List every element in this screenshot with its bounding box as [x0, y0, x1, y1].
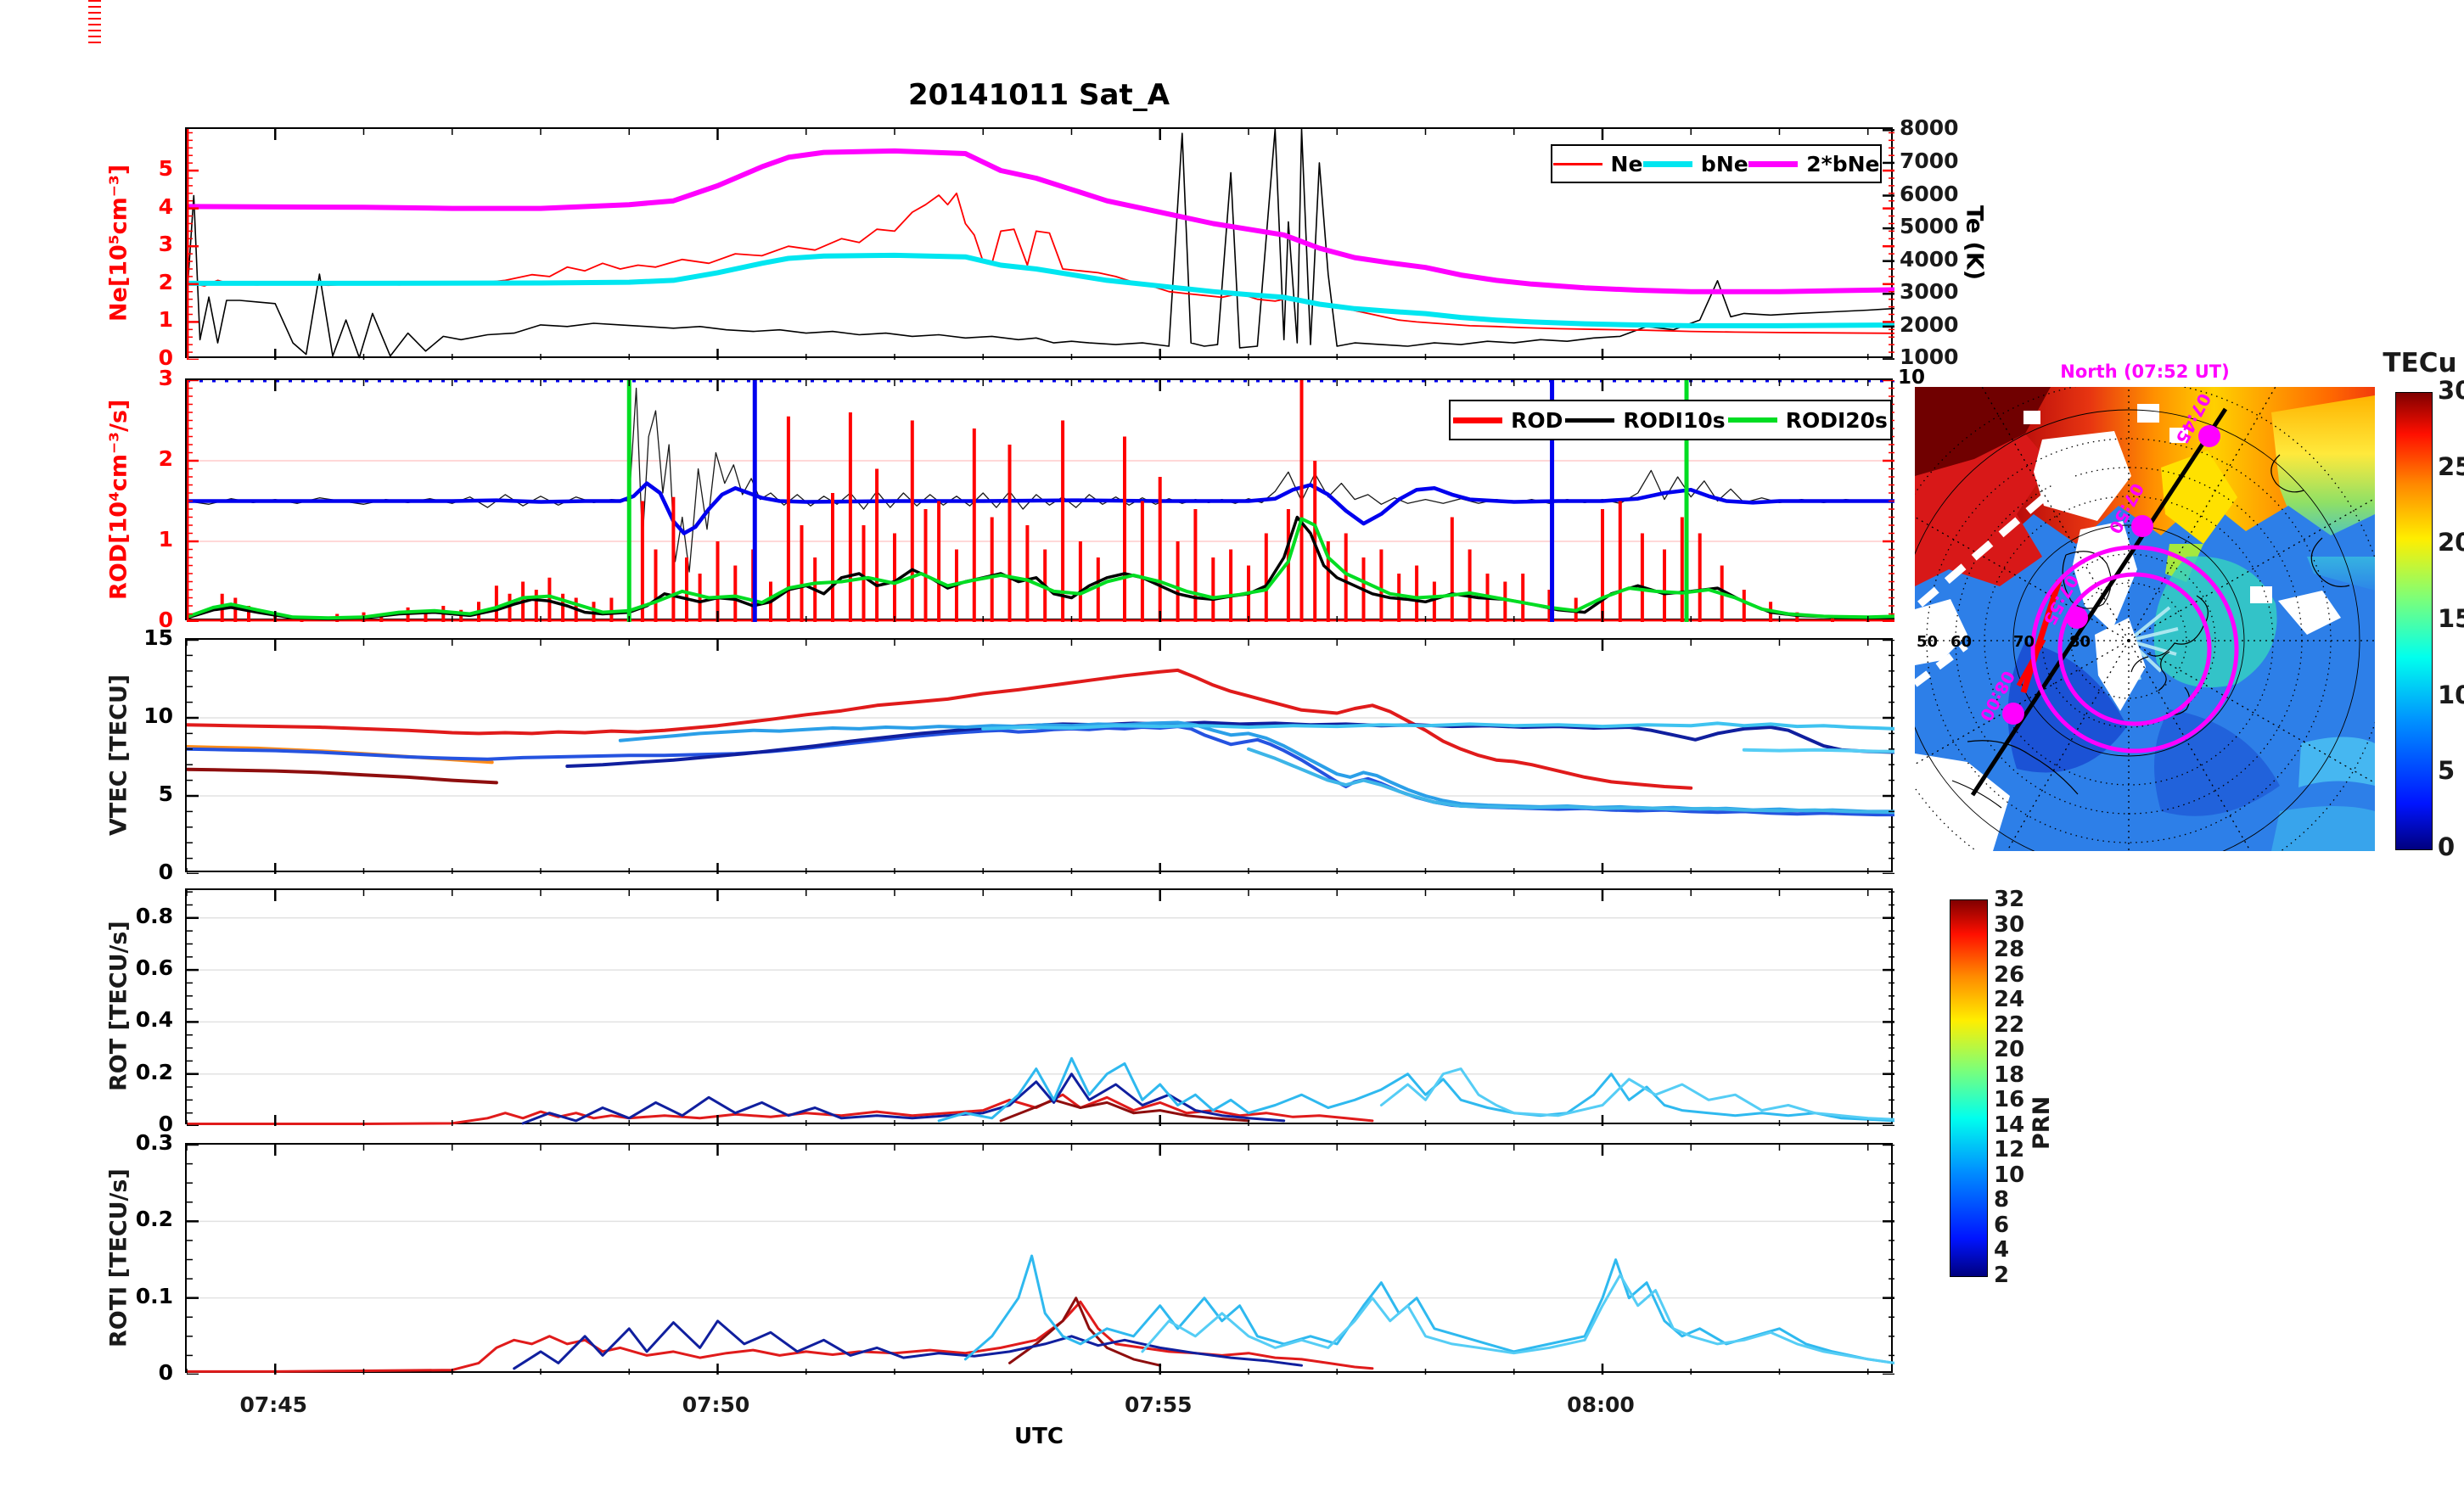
prn-tick-label: 20 [1994, 1037, 2045, 1062]
ne-legend-line [1553, 163, 1602, 165]
te-tick-label: 6000 [1900, 182, 1984, 207]
prn-tick-label: 30 [1994, 912, 2045, 938]
lat-label-80: 80 [2069, 633, 2091, 651]
y-tick-label-rot: 0.2 [126, 1060, 173, 1085]
prn-tick-label: 14 [1994, 1112, 2045, 1138]
y-tick-label-ne: 1 [126, 307, 173, 333]
y-tick-label-ne: 3 [126, 232, 173, 257]
tecu-colorbar-title: TECu [2370, 348, 2464, 378]
te-tick-label: 3000 [1900, 279, 1984, 305]
lat-label-60: 60 [1950, 633, 1972, 651]
y-tick-label-roti: 0.1 [126, 1284, 173, 1309]
prn-tick-label: 16 [1994, 1087, 2045, 1112]
legend-label: ROD [1511, 408, 1563, 433]
y-tick-label-rod: 2 [126, 446, 173, 472]
prn-tick-label: 6 [1994, 1213, 2045, 1238]
y-tick-label-vtec: 0 [126, 860, 173, 885]
prn-colorbar [1950, 899, 1988, 1277]
lat-label-70: 70 [2013, 633, 2035, 651]
figure-screenshot: { "chart_data": { "type": "line", "title… [0, 0, 2464, 1490]
x-tick-label: 07:55 [1099, 1392, 1218, 1418]
x-tick-label: 07:45 [214, 1392, 333, 1418]
2bne-legend-line [1748, 161, 1798, 167]
tec-cyan-streak [2298, 737, 2375, 788]
y-tick-label-ne: 2 [126, 270, 173, 295]
prn-tick-label: 18 [1994, 1062, 2045, 1088]
legend-ne-panel: Ne bNe 2*bNe [1551, 144, 1882, 183]
polar-tec-map: 07:45 07:50 07:55 08:00 50 60 70 80 [1915, 387, 2375, 851]
y-tick-label-vtec: 5 [126, 781, 173, 807]
tecu-tick-label: 30 [2438, 378, 2464, 403]
legend-label: RODI10s [1623, 408, 1725, 433]
rodi10s-legend-line [1565, 418, 1614, 423]
tecu-colorbar [2395, 392, 2433, 850]
prn-tick-label: 8 [1994, 1187, 2045, 1213]
y-tick-label-ne: 4 [126, 194, 173, 220]
tecu-tick-label: 0 [2438, 834, 2464, 860]
tecu-tick-label: 25 [2438, 454, 2464, 479]
legend-rod-panel: ROD RODI10s RODI20s [1449, 400, 1892, 440]
prn-tick-label: 24 [1994, 987, 2045, 1012]
panel-roti [185, 1143, 1893, 1373]
panel-vtec [185, 638, 1893, 872]
prn-tick-label: 2 [1994, 1263, 2045, 1288]
x-axis-label: UTC [979, 1424, 1098, 1449]
roti-axis-label: ROTI [TECU/s] [100, 1143, 138, 1373]
te-tick-label: 2000 [1900, 312, 1984, 338]
rod-axis-label: ROD[10⁴cm⁻³/s] [100, 378, 138, 620]
te-tick-label: 4000 [1900, 247, 1984, 272]
y-tick-label-rot: 0.8 [126, 904, 173, 929]
figure-title: 20141011 Sat_A [185, 78, 1893, 112]
y-tick-label-rot: 0.6 [126, 955, 173, 981]
tecu-tick-label: 20 [2438, 529, 2464, 555]
y-tick-label-vtec: 10 [126, 703, 173, 729]
prn-tick-label: 28 [1994, 937, 2045, 962]
legend-label: RODI20s [1786, 408, 1888, 433]
legend-label: 2*bNe [1806, 152, 1879, 176]
prn-tick-label: 10 [1994, 1162, 2045, 1188]
te-tick-label: 7000 [1900, 148, 1984, 174]
prn-tick-label: 26 [1994, 962, 2045, 988]
y-tick-label-ne: 5 [126, 156, 173, 182]
vtec-axis-label: VTEC [TECU] [100, 638, 138, 872]
y-tick-label-vtec: 15 [126, 625, 173, 651]
x-tick-label: 07:50 [656, 1392, 775, 1418]
y-tick-label-rot: 0.4 [126, 1007, 173, 1033]
rod-legend-line [1453, 417, 1502, 423]
bne-legend-line [1643, 161, 1692, 167]
tecu-tick-label: 5 [2438, 758, 2464, 783]
rodi20s-legend-line [1728, 417, 1777, 423]
cropped-axis-artifact [88, 0, 101, 48]
y-tick-label-rod: 1 [126, 527, 173, 552]
y-tick-label-roti: 0 [126, 1360, 173, 1386]
te-tick-label: 8000 [1900, 115, 1984, 141]
tecu-tick-label: 15 [2438, 606, 2464, 631]
prn-tick-label: 12 [1994, 1137, 2045, 1162]
y-tick-label-roti: 0.3 [126, 1130, 173, 1156]
x-tick-label: 08:00 [1541, 1392, 1660, 1418]
prn-tick-label: 32 [1994, 887, 2045, 912]
prn-tick-label: 22 [1994, 1012, 2045, 1038]
prn-tick-label: 4 [1994, 1237, 2045, 1263]
tecu-tick-label: 10 [2438, 682, 2464, 708]
lat-label-50: 50 [1917, 633, 1938, 651]
y-tick-label-rod: 3 [126, 366, 173, 391]
te-tick-label: 1000 [1900, 344, 1984, 370]
legend-label: Ne [1611, 152, 1643, 176]
y-tick-label-roti: 0.2 [126, 1207, 173, 1232]
panel-rot [185, 888, 1893, 1124]
legend-label: bNe [1701, 152, 1748, 176]
te-tick-label: 5000 [1900, 214, 1984, 239]
